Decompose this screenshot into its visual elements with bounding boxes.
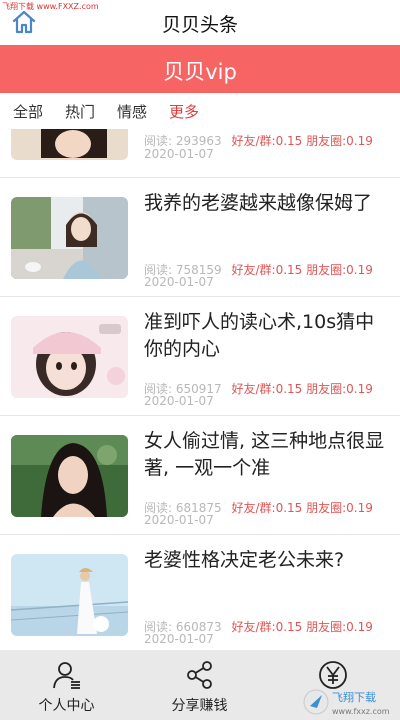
article-item[interactable]: 准到吓人的读心术,10s猜中你的内心 阅读: 650917 好友/群:0.15 … [0,298,400,416]
article-date: 2020-01-07 [144,394,214,408]
watermark-brand: 飞翔下载 [332,690,376,704]
vip-banner: 贝贝vip [0,45,400,93]
article-title: 准到吓人的读心术,10s猜中你的内心 [144,311,375,360]
share-reward: 好友/群:0.15 朋友圈:0.19 [231,134,373,148]
article-thumbnail [11,316,128,398]
tab-more[interactable]: 更多 [169,101,199,122]
nav-share-earn[interactable]: 分享赚钱 [133,650,266,720]
category-tabs: 全部 热门 情感 更多 [0,93,400,129]
vip-title: 贝贝vip [163,60,237,84]
share-icon [186,661,212,689]
watermark-logo: 飞翔下载 www.fxxz.com [303,689,390,716]
article-item[interactable]: 我养的老婆越来越像保姆了 阅读: 758159 好友/群:0.15 朋友圈:0.… [0,179,400,297]
watermark-top: 飞翔下载 www.FXXZ.com [2,2,99,11]
watermark-url: www.fxxz.com [332,707,390,716]
share-reward: 好友/群:0.15 朋友圈:0.19 [231,382,373,396]
article-thumbnail [11,554,128,636]
tab-all[interactable]: 全部 [13,101,43,122]
tab-hot[interactable]: 热门 [65,101,95,122]
article-item[interactable]: 女人偷过情, 这三种地点很显著, 一观一个准 阅读: 681875 好友/群:0… [0,417,400,535]
share-reward: 好友/群:0.15 朋友圈:0.19 [231,263,373,277]
article-thumbnail [11,435,128,517]
user-center-icon [52,662,80,689]
article-title: 我养的老婆越来越像保姆了 [144,192,373,214]
read-label: 阅读: [144,134,176,148]
read-count: 293963 [175,134,222,148]
share-reward: 好友/群:0.15 朋友圈:0.19 [231,620,373,634]
nav-user-center[interactable]: 个人中心 [0,650,133,720]
article-date: 2020-01-07 [144,513,214,527]
article-title: 女人偷过情, 这三种地点很显著, 一观一个准 [144,430,385,479]
nav-label: 分享赚钱 [171,698,228,714]
article-date: 2020-01-07 [144,632,214,646]
article-feed[interactable]: 阅读: 293963 好友/群:0.15 朋友圈:0.19 2020-01-07… [0,129,400,650]
article-item[interactable]: 老婆性格决定老公未来? 阅读: 660873 好友/群:0.15 朋友圈:0.1… [0,536,400,650]
tab-emotion[interactable]: 情感 [117,101,147,122]
page-title: 贝贝头条 [161,14,238,36]
article-thumbnail [11,197,128,279]
article-item[interactable]: 阅读: 293963 好友/群:0.15 朋友圈:0.19 2020-01-07 [0,129,400,178]
nav-label: 个人中心 [38,698,95,714]
article-date: 2020-01-07 [144,147,214,161]
share-reward: 好友/群:0.15 朋友圈:0.19 [231,501,373,515]
article-date: 2020-01-07 [144,275,214,289]
article-title: 老婆性格决定老公未来? [144,549,345,571]
article-thumbnail [11,129,128,160]
